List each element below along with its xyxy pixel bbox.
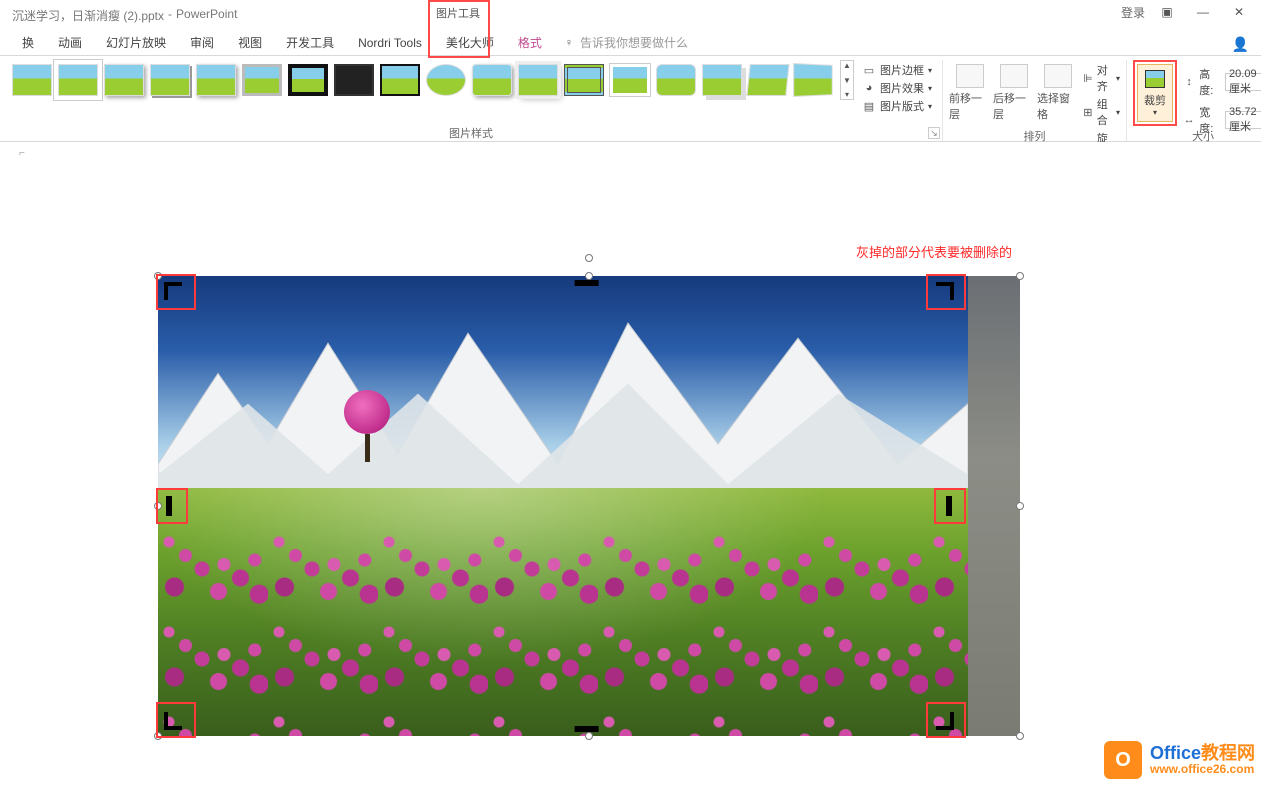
width-icon: ↔ — [1183, 113, 1195, 127]
tab-transition[interactable]: 换 — [12, 30, 44, 55]
effects-icon: ◕ — [862, 81, 876, 95]
selection-pane-icon — [1044, 64, 1072, 88]
close-icon[interactable]: ✕ — [1225, 2, 1253, 22]
crop-handle-mb[interactable] — [575, 726, 599, 732]
lightbulb-icon: ♀ — [562, 36, 576, 50]
group-label: 图片样式 — [449, 125, 493, 141]
window-title: 沉迷学习，日渐消瘦 (2).pptx - PowerPoint — [0, 7, 237, 24]
crop-handle-bl[interactable] — [164, 712, 182, 730]
tab-slideshow[interactable]: 幻灯片放映 — [96, 30, 176, 55]
document-title: 沉迷学习，日渐消瘦 (2).pptx — [12, 7, 164, 24]
crop-handle-br[interactable] — [936, 712, 954, 730]
title-bar: 沉迷学习，日渐消瘦 (2).pptx - PowerPoint 图片工具 登录 … — [0, 0, 1261, 30]
login-link[interactable]: 登录 — [1121, 4, 1145, 21]
selection-handle[interactable] — [585, 732, 593, 740]
tab-animation[interactable]: 动画 — [48, 30, 92, 55]
share-icon[interactable]: 👤 — [1232, 36, 1249, 53]
group-button[interactable]: ⊞组合▾ — [1083, 96, 1120, 128]
selection-handle[interactable] — [1016, 502, 1024, 510]
style-thumb[interactable] — [196, 64, 236, 96]
slide-canvas[interactable]: ⌐ 灰掉的部分代表要被删除的 — [0, 142, 1261, 782]
style-thumb[interactable] — [472, 64, 512, 96]
style-thumb[interactable] — [426, 64, 466, 96]
style-thumb[interactable] — [746, 64, 789, 96]
contextual-tab-label: 图片工具 — [428, 0, 488, 26]
layout-icon: ▤ — [862, 99, 876, 113]
style-thumb[interactable] — [288, 64, 328, 96]
send-backward-button[interactable]: 后移一层 — [993, 62, 1035, 122]
crop-handle-mr[interactable] — [946, 496, 952, 516]
rotation-handle[interactable] — [585, 254, 593, 262]
selected-picture[interactable] — [158, 276, 1020, 736]
style-thumb[interactable] — [104, 64, 144, 96]
picture-style-gallery[interactable]: ▲▼▾ — [6, 60, 854, 100]
crop-icon — [1145, 70, 1165, 88]
gallery-expand-button[interactable]: ▲▼▾ — [840, 60, 854, 100]
crop-handle-tl[interactable] — [164, 282, 182, 300]
send-backward-icon — [1000, 64, 1028, 88]
border-icon: ▭ — [862, 63, 876, 77]
ribbon: ▲▼▾ ▭图片边框▾ ◕图片效果▾ ▤图片版式▾ 图片样式 ↘ 前移一层 后移一… — [0, 56, 1261, 142]
picture-layout-button[interactable]: ▤图片版式▾ — [862, 98, 932, 114]
picture-content — [158, 276, 968, 736]
watermark: O Office教程网 www.office26.com — [1104, 741, 1255, 779]
style-thumb[interactable] — [610, 64, 650, 96]
tell-me-search[interactable]: ♀ 告诉我你想要做什么 — [562, 34, 688, 51]
selection-handle[interactable] — [154, 732, 162, 740]
style-thumb[interactable] — [793, 63, 833, 97]
selection-handle[interactable] — [154, 502, 162, 510]
highlight-box-crop: 裁剪 ▾ — [1133, 60, 1177, 126]
style-thumb[interactable] — [380, 64, 420, 96]
picture-effects-button[interactable]: ◕图片效果▾ — [862, 80, 932, 96]
ruler-mark: ⌐ — [19, 148, 25, 159]
align-button[interactable]: ⊫对齐▾ — [1083, 62, 1120, 94]
style-thumb[interactable] — [12, 64, 52, 96]
group-arrange: 前移一层 后移一层 选择窗格 ⊫对齐▾ ⊞组合▾ ⟳旋转▾ 排列 — [942, 60, 1126, 141]
style-thumb[interactable] — [58, 64, 98, 96]
tab-review[interactable]: 审阅 — [180, 30, 224, 55]
tab-nordri[interactable]: Nordri Tools — [348, 32, 432, 54]
minimize-icon[interactable]: — — [1189, 2, 1217, 22]
crop-handle-mt[interactable] — [575, 280, 599, 286]
app-name: PowerPoint — [176, 7, 237, 24]
styles-dialog-launcher[interactable]: ↘ — [928, 127, 940, 139]
tab-developer[interactable]: 开发工具 — [276, 30, 344, 55]
group-picture-styles: ▲▼▾ ▭图片边框▾ ◕图片效果▾ ▤图片版式▾ 图片样式 ↘ — [0, 60, 942, 141]
style-thumb[interactable] — [334, 64, 374, 96]
crop-handle-tr[interactable] — [936, 282, 954, 300]
height-input[interactable]: 20.09 厘米▲▼ — [1225, 73, 1261, 91]
ribbon-display-options-icon[interactable]: ▣ — [1153, 2, 1181, 22]
tab-view[interactable]: 视图 — [228, 30, 272, 55]
tree-element — [344, 390, 390, 460]
group-size: 裁剪 ▾ ↕ 高度: 20.09 厘米▲▼ ↔ 宽度: 35.72 厘米▲▼ 大… — [1126, 60, 1261, 141]
crop-button[interactable]: 裁剪 ▾ — [1137, 64, 1173, 122]
style-thumb[interactable] — [242, 64, 282, 96]
style-thumb[interactable] — [564, 64, 604, 96]
group-icon: ⊞ — [1083, 105, 1093, 119]
selection-handle[interactable] — [585, 272, 593, 280]
style-thumb[interactable] — [656, 64, 696, 96]
bring-forward-button[interactable]: 前移一层 — [949, 62, 991, 122]
bring-forward-icon — [956, 64, 984, 88]
crop-discard-region — [964, 276, 1020, 736]
tab-format[interactable]: 格式 — [508, 30, 552, 55]
height-icon: ↕ — [1183, 75, 1195, 89]
watermark-icon: O — [1104, 741, 1142, 779]
selection-handle[interactable] — [1016, 732, 1024, 740]
tab-beautify[interactable]: 美化大师 — [436, 30, 504, 55]
selection-handle[interactable] — [154, 272, 162, 280]
crop-handle-ml[interactable] — [166, 496, 172, 516]
annotation-text: 灰掉的部分代表要被删除的 — [856, 242, 1012, 261]
selection-pane-button[interactable]: 选择窗格 — [1037, 62, 1079, 122]
picture-border-button[interactable]: ▭图片边框▾ — [862, 62, 932, 78]
ribbon-tabs: 换 动画 幻灯片放映 审阅 视图 开发工具 Nordri Tools 美化大师 … — [0, 30, 1261, 56]
height-label: 高度: — [1199, 66, 1221, 98]
width-input[interactable]: 35.72 厘米▲▼ — [1225, 111, 1261, 129]
style-thumb[interactable] — [518, 64, 558, 96]
align-icon: ⊫ — [1083, 71, 1093, 85]
selection-handle[interactable] — [1016, 272, 1024, 280]
style-thumb[interactable] — [150, 64, 190, 96]
style-thumb[interactable] — [702, 64, 742, 96]
